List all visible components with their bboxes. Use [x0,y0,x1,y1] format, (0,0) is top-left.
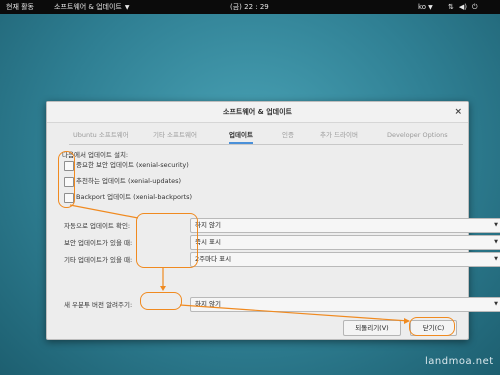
chevron-down-icon: ▼ [494,301,498,307]
app-menu[interactable]: 소프트웨어 & 업데이트 ▼ [54,2,130,13]
chevron-down-icon: ▼ [124,4,130,11]
dropdown-value: 하지 않기 [195,221,221,229]
other-updates-dropdown[interactable]: 2주마다 표시 ▼ [190,252,500,267]
dialog-titlebar[interactable]: 소프트웨어 & 업데이트 × [47,102,468,123]
release-notify-highlight [140,292,182,310]
tab-updates[interactable]: 업데이트 [229,127,253,144]
chevron-down-icon: ▼ [428,4,433,11]
security-updates-dropdown[interactable]: 즉시 표시 ▼ [190,235,500,250]
other-updates-label: 기타 업데이트가 있을 때: [64,256,133,264]
watermark: landmoa.net [425,356,494,367]
power-icon: ⏻ [472,3,478,11]
dropdown-value: 즉시 표시 [195,238,221,246]
network-icon: ⇅ [448,3,454,11]
tab-developer-options[interactable]: Developer Options [387,127,448,144]
language-label: ko [418,3,427,11]
tab-additional-drivers[interactable]: 추가 드라이버 [320,127,358,144]
dropdown-values-highlight [136,213,198,268]
checkbox-label: 추천하는 업데이트 (xenial-updates) [76,177,182,185]
release-notify-dropdown[interactable]: 하지 않기 ▼ [190,297,500,312]
tab-other-software[interactable]: 기타 소프트웨어 [153,127,197,144]
language-indicator[interactable]: ko ▼ [418,2,433,13]
dropdown-value: 하지 않기 [195,300,221,308]
chevron-down-icon: ▼ [494,222,498,228]
system-tray[interactable]: ⇅ ◀) ⏻ [448,2,483,12]
auto-check-dropdown[interactable]: 하지 않기 ▼ [190,218,500,233]
clock[interactable]: (금) 22 : 29 [230,2,269,12]
volume-icon: ◀) [458,3,467,11]
checkbox-highlight [58,151,75,208]
software-updates-dialog: 소프트웨어 & 업데이트 × Ubuntu 소프트웨어 기타 소프트웨어 업데이… [46,101,500,340]
top-bar: 현재 활동 소프트웨어 & 업데이트 ▼ (금) 22 : 29 ko ▼ ⇅ ◀) ⏻ [0,0,500,14]
checkbox-label: 중요한 보안 업데이트 (xenial-security) [76,161,189,169]
release-notify-label: 새 우분투 버전 알려주기: [64,301,133,309]
dialog-title: 소프트웨어 & 업데이트 [223,108,292,116]
checkbox-label: Backport 업데이트 (xenial-backports) [76,193,193,201]
auto-check-label: 자동으로 업데이트 확인: [64,222,131,230]
tab-ubuntu-software[interactable]: Ubuntu 소프트웨어 [73,127,129,144]
close-icon[interactable]: × [454,102,462,122]
security-updates-label: 보안 업데이트가 있을 때: [64,239,133,247]
dropdown-value: 2주마다 표시 [195,255,232,263]
revert-button[interactable]: 되돌리기(V) [343,320,401,336]
app-menu-label: 소프트웨어 & 업데이트 [54,3,122,11]
chevron-down-icon: ▼ [494,239,498,245]
chevron-down-icon: ▼ [494,256,498,262]
tab-bar: Ubuntu 소프트웨어 기타 소프트웨어 업데이트 인증 추가 드라이버 De… [69,127,463,145]
activities-button[interactable]: 현재 활동 [6,2,34,12]
close-button-highlight [409,317,455,336]
tab-authentication[interactable]: 인증 [282,127,294,144]
